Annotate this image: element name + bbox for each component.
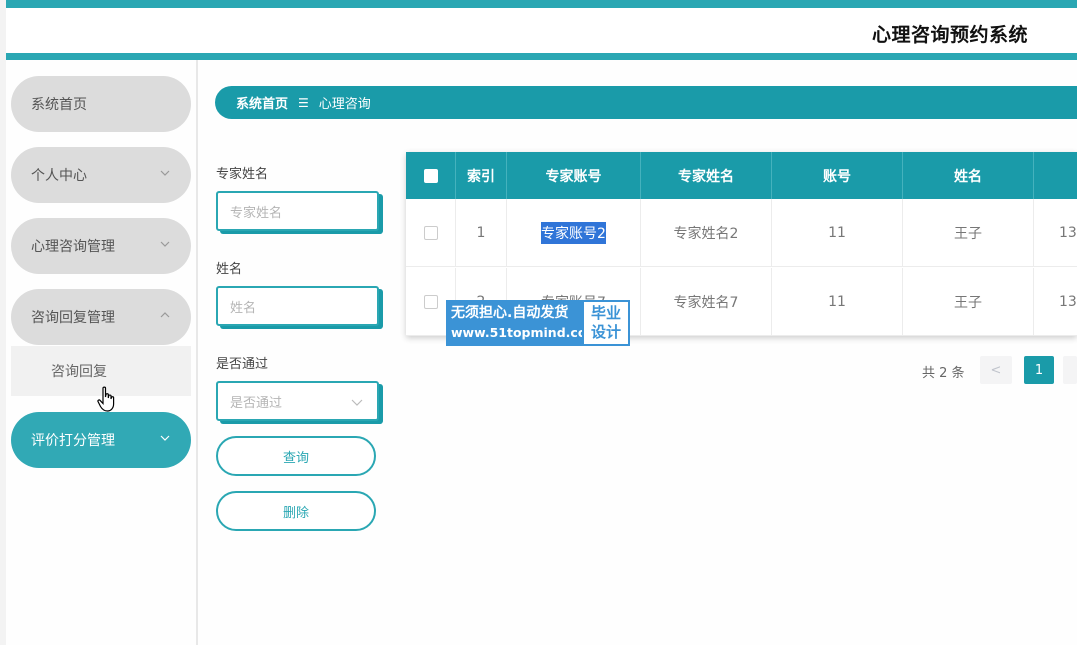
- sidebar-item-personal-center[interactable]: 个人中心: [11, 147, 191, 203]
- delete-button[interactable]: 删除: [216, 491, 376, 531]
- approved-select[interactable]: 是否通过: [216, 381, 379, 421]
- chevron-down-icon: [160, 435, 170, 441]
- cell-account: 11: [772, 199, 903, 266]
- approved-label: 是否通过: [216, 357, 269, 372]
- header-accent-line: [6, 53, 1077, 60]
- breadcrumb-separator-icon: ☰: [298, 95, 309, 110]
- cell-extra: 135: [1059, 293, 1077, 310]
- column-header-account[interactable]: 账号: [772, 152, 903, 199]
- column-header-extra: [1034, 152, 1077, 199]
- sidebar-item-label: 评价打分管理: [31, 433, 115, 449]
- column-header-expert-account[interactable]: 专家账号: [507, 152, 641, 199]
- app-title: 心理咨询预约系统: [871, 24, 1028, 46]
- header-checkbox-cell: [406, 152, 456, 199]
- sidebar-item-home[interactable]: 系统首页: [11, 76, 191, 132]
- sidebar-item-label: 咨询回复管理: [31, 310, 115, 326]
- watermark-line2: www.51topmind.com: [451, 325, 600, 340]
- pagination-total: 共 2 条: [922, 366, 965, 381]
- sidebar-item-counseling-management[interactable]: 心理咨询管理: [11, 218, 191, 274]
- cell-expert-account: 专家账号2: [507, 199, 641, 266]
- name-label: 姓名: [216, 262, 243, 277]
- watermark-text: 无须担心.自动发货 www.51topmind.com: [446, 300, 600, 346]
- sidebar-item-label: 咨询回复: [51, 364, 107, 380]
- column-header-index[interactable]: 索引: [456, 152, 507, 199]
- cell-name: 王子: [903, 199, 1034, 266]
- name-placeholder: 姓名: [230, 300, 257, 316]
- selected-text: 专家账号2: [541, 221, 606, 244]
- sidebar: 系统首页 个人中心 心理咨询管理 咨询回复管理 咨询回复 评价打分管理: [6, 60, 198, 645]
- row-checkbox[interactable]: [423, 294, 438, 309]
- breadcrumb: 系统首页 ☰ 心理咨询: [215, 86, 1077, 119]
- sidebar-item-label: 系统首页: [31, 97, 87, 113]
- top-accent-bar: [6, 0, 1077, 8]
- chevron-down-icon: [160, 241, 170, 247]
- chevron-down-icon: [351, 399, 363, 406]
- cell-account: 11: [772, 268, 903, 335]
- pagination-next-button[interactable]: [1063, 356, 1077, 384]
- table-header: 索引 专家账号 专家姓名 账号 姓名: [406, 152, 1077, 199]
- cell-extra: 135: [1059, 224, 1077, 241]
- breadcrumb-home[interactable]: 系统首页: [236, 93, 288, 112]
- query-button[interactable]: 查询: [216, 436, 376, 476]
- sidebar-item-rating-management[interactable]: 评价打分管理: [11, 412, 191, 468]
- expert-name-placeholder: 专家姓名: [230, 205, 283, 221]
- cell-index: 1: [456, 199, 507, 266]
- row-checkbox-cell: [406, 199, 456, 266]
- table-row[interactable]: 1 专家账号2 专家姓名2 11 王子 135: [406, 199, 1077, 267]
- name-input[interactable]: 姓名: [216, 286, 379, 326]
- chevron-down-icon: [160, 170, 170, 176]
- sidebar-item-label: 心理咨询管理: [31, 239, 115, 255]
- column-header-name[interactable]: 姓名: [903, 152, 1034, 199]
- sidebar-item-label: 个人中心: [31, 168, 87, 184]
- watermark-badge-line1: 毕业: [590, 304, 621, 322]
- watermark-badge: 毕业 设计: [582, 300, 630, 346]
- cell-name: 王子: [903, 268, 1034, 335]
- column-header-expert-name[interactable]: 专家姓名: [641, 152, 772, 199]
- row-checkbox[interactable]: [423, 225, 438, 240]
- hand-cursor-icon: [97, 386, 115, 412]
- chevron-up-icon: [160, 312, 170, 318]
- header: 心理咨询预约系统: [6, 8, 1077, 53]
- approved-placeholder: 是否通过: [230, 395, 283, 411]
- sidebar-item-reply-management[interactable]: 咨询回复管理: [11, 289, 191, 345]
- expert-name-label: 专家姓名: [216, 167, 269, 182]
- watermark-line1: 无须担心.自动发货: [451, 305, 569, 321]
- cell-expert-name: 专家姓名2: [641, 199, 772, 266]
- pagination-page-1[interactable]: 1: [1024, 356, 1054, 384]
- cell-expert-name: 专家姓名7: [641, 268, 772, 335]
- select-all-checkbox[interactable]: [423, 168, 438, 183]
- breadcrumb-current: 心理咨询: [318, 97, 371, 112]
- watermark-overlay: 无须担心.自动发货 www.51topmind.com 毕业 设计: [446, 300, 630, 346]
- watermark-badge-line2: 设计: [590, 323, 621, 341]
- pagination-prev-button[interactable]: <: [980, 356, 1012, 384]
- expert-name-input[interactable]: 专家姓名: [216, 191, 379, 231]
